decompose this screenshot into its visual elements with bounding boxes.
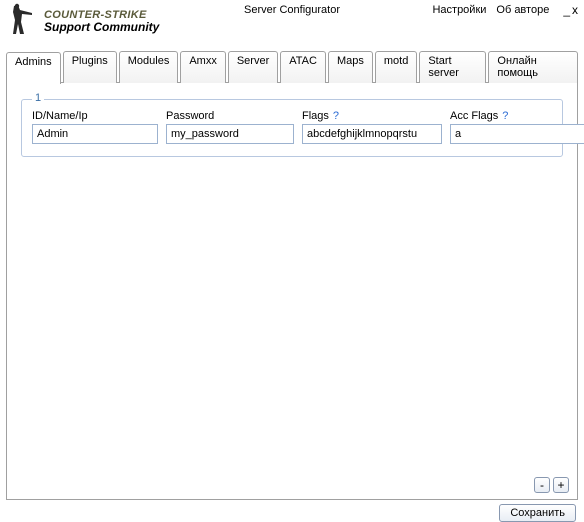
col-id: ID/Name/Ip (32, 110, 158, 144)
group-legend: 1 (32, 92, 44, 104)
logo-line2: Support Community (44, 21, 159, 34)
tab-bar: Admins Plugins Modules Amxx Server ATAC … (0, 50, 584, 82)
tab-server[interactable]: Server (228, 51, 278, 83)
logo-block: COUNTER-STRIKE Support Community (4, 2, 159, 38)
accflags-input[interactable] (450, 124, 584, 144)
panel-footer: - + (534, 477, 569, 493)
window-buttons: _ x (563, 4, 578, 16)
header: COUNTER-STRIKE Support Community Server … (0, 0, 584, 44)
save-row: Сохранить (0, 500, 584, 522)
field-row: ID/Name/Ip Password Flags ? Acc Flags ? (32, 110, 552, 144)
accflags-help-icon[interactable]: ? (502, 110, 508, 122)
cs-logo-icon (4, 2, 40, 38)
tab-plugins[interactable]: Plugins (63, 51, 117, 83)
header-right: Настройки Об авторе _ x (432, 4, 578, 16)
admin-entry-group: 1 ID/Name/Ip Password Flags ? Acc Flags (21, 99, 563, 157)
password-input[interactable] (166, 124, 294, 144)
col-password: Password (166, 110, 294, 144)
tab-admins[interactable]: Admins (6, 52, 61, 84)
settings-link[interactable]: Настройки (432, 4, 486, 16)
add-entry-button[interactable]: + (553, 477, 569, 493)
tab-online-help[interactable]: Онлайн помощь (488, 51, 578, 83)
about-link[interactable]: Об авторе (496, 4, 549, 16)
col-flags: Flags ? (302, 110, 442, 144)
tab-atac[interactable]: ATAC (280, 51, 326, 83)
logo-text: COUNTER-STRIKE Support Community (44, 5, 159, 34)
label-flags: Flags ? (302, 110, 442, 122)
content-panel: 1 ID/Name/Ip Password Flags ? Acc Flags (6, 82, 578, 500)
id-input[interactable] (32, 124, 158, 144)
flags-input[interactable] (302, 124, 442, 144)
tab-modules[interactable]: Modules (119, 51, 179, 83)
minimize-button[interactable]: _ (563, 4, 570, 16)
tab-motd[interactable]: motd (375, 51, 417, 83)
label-accflags-text: Acc Flags (450, 110, 498, 122)
label-id: ID/Name/Ip (32, 110, 158, 122)
label-password: Password (166, 110, 294, 122)
flags-help-icon[interactable]: ? (333, 110, 339, 122)
tab-maps[interactable]: Maps (328, 51, 373, 83)
remove-entry-button[interactable]: - (534, 477, 550, 493)
tab-amxx[interactable]: Amxx (180, 51, 226, 83)
tab-start-server[interactable]: Start server (419, 51, 486, 83)
close-button[interactable]: x (572, 4, 578, 16)
label-flags-text: Flags (302, 110, 329, 122)
col-accflags: Acc Flags ? (450, 110, 584, 144)
label-accflags: Acc Flags ? (450, 110, 584, 122)
save-button[interactable]: Сохранить (499, 504, 576, 522)
